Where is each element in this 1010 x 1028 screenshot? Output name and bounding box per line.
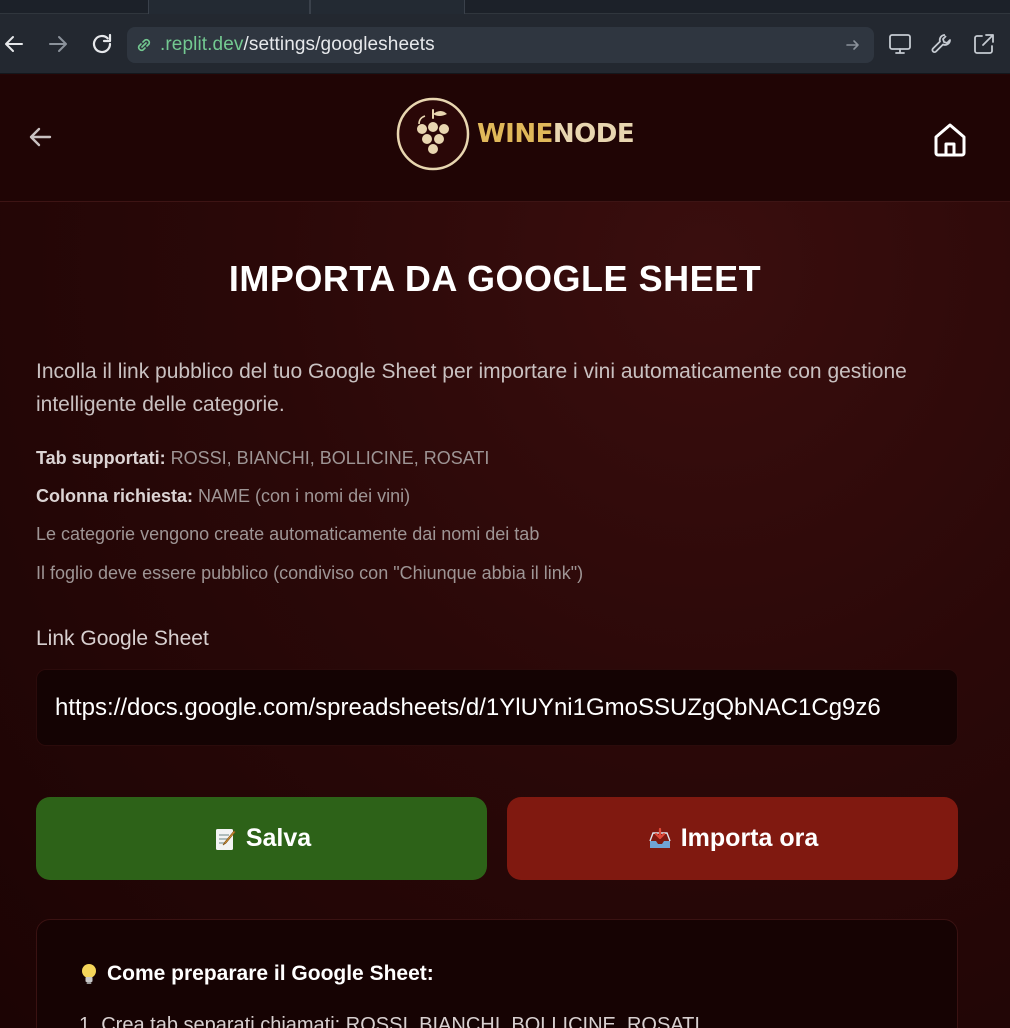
winenode-logo[interactable]: WINENODE — [395, 96, 635, 172]
grape-logo-icon — [396, 97, 470, 171]
reload-icon — [92, 33, 112, 54]
reload-button[interactable] — [88, 30, 116, 58]
url-host: .replit.dev — [160, 34, 244, 55]
memo-icon — [215, 828, 236, 850]
import-now-button-label: Importa ora — [680, 824, 819, 852]
back-button[interactable] — [0, 30, 28, 58]
browser-tab[interactable] — [148, 0, 310, 14]
help-step-1: 1. Crea tab separati chiamati: ROSSI, BI… — [79, 1014, 700, 1028]
intro-text: Incolla il link pubblico del tuo Google … — [36, 360, 907, 416]
url-path: /settings/googlesheets — [243, 34, 435, 55]
logo-text: WINENODE — [477, 119, 635, 149]
help-card: Come preparare il Google Sheet: 1. Crea … — [36, 919, 958, 1028]
browser-tab-strip — [0, 0, 1010, 14]
logo-wine-text: WINE — [477, 119, 553, 149]
supported-tabs-value: ROSSI, BIANCHI, BOLLICINE, ROSATI — [170, 448, 490, 468]
google-sheet-link-input[interactable] — [36, 669, 958, 746]
categories-note: Le categorie vengono create automaticame… — [36, 524, 540, 544]
help-title-text: Come preparare il Google Sheet: — [107, 962, 434, 985]
app-header: WINENODE — [0, 75, 1010, 202]
link-icon — [137, 38, 151, 52]
required-column-label: Colonna richiesta: — [36, 486, 194, 506]
home-icon[interactable] — [930, 119, 970, 159]
import-now-button[interactable]: Importa ora — [507, 797, 958, 880]
help-title: Come preparare il Google Sheet: — [79, 962, 434, 986]
open-external-icon[interactable] — [971, 31, 997, 57]
monitor-icon[interactable] — [887, 31, 913, 57]
save-button[interactable]: Salva — [36, 797, 487, 880]
app-content: WINENODE IMPORTA DA GOOGLE SHEET Incolla… — [0, 75, 1010, 1028]
wrench-icon[interactable] — [929, 31, 955, 57]
required-column-value: NAME (con i nomi dei vini) — [198, 486, 411, 506]
arrow-right-icon — [49, 36, 67, 52]
logo-node-text: NODE — [552, 119, 635, 149]
browser-tab[interactable] — [310, 0, 465, 14]
forward-button[interactable] — [44, 30, 72, 58]
link-field-label: Link Google Sheet — [36, 627, 209, 650]
public-sheet-note: Il foglio deve essere pubblico (condivis… — [36, 563, 584, 583]
back-arrow-icon[interactable] — [25, 122, 55, 152]
browser-toolbar: .replit.dev/settings/googlesheets — [0, 14, 1010, 74]
required-column-line: Colonna richiesta: NAME (con i nomi dei … — [36, 486, 410, 507]
save-button-label: Salva — [245, 824, 312, 852]
page-title: IMPORTA DA GOOGLE SHEET — [228, 258, 762, 299]
go-arrow-icon[interactable] — [844, 36, 862, 54]
url-text: .replit.dev/settings/googlesheets — [160, 34, 435, 56]
supported-tabs-line: Tab supportati: ROSSI, BIANCHI, BOLLICIN… — [36, 448, 489, 469]
supported-tabs-label: Tab supportati: — [36, 448, 166, 468]
inbox-tray-icon — [649, 827, 671, 848]
arrow-left-icon — [5, 36, 23, 52]
lightbulb-icon — [82, 964, 96, 984]
address-bar[interactable]: .replit.dev/settings/googlesheets — [127, 27, 874, 63]
